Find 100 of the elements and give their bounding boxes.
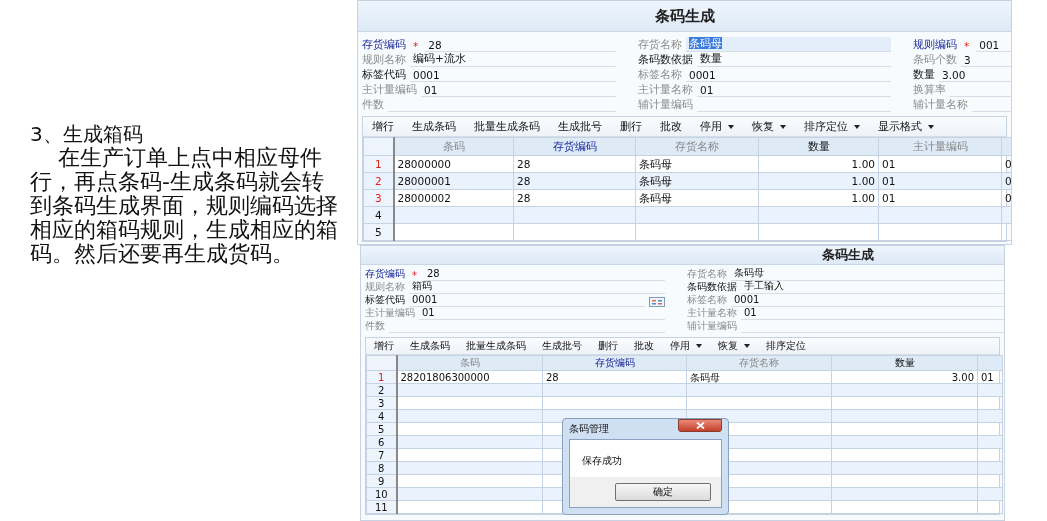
toolbar-button[interactable]: 排序定位: [795, 117, 869, 136]
table-cell: 条码母: [635, 189, 759, 207]
caret-icon: [854, 124, 860, 129]
toolbar-button[interactable]: 生成批号: [549, 117, 611, 136]
slide-heading: 3、生成箱码: [30, 122, 144, 146]
required-mark: *: [412, 40, 420, 52]
column-header: 主计量编码: [878, 137, 1002, 156]
window-title: 条码生成: [361, 246, 1004, 265]
input-field[interactable]: 0001: [686, 69, 891, 82]
input-field[interactable]: 条码母: [686, 37, 891, 52]
table-cell: 28201806300000: [396, 370, 543, 384]
field-label: 换算率: [913, 83, 946, 97]
toolbar-button[interactable]: 停用: [691, 117, 743, 136]
toolbar-button[interactable]: 批量生成条码: [465, 117, 549, 136]
table-cell: 01: [878, 155, 1002, 173]
input-field[interactable]: 数量: [697, 52, 891, 67]
field-label: 存货编码: [365, 267, 405, 281]
field-label: 规则名称: [362, 53, 406, 67]
slide-paragraph: 在生产订单上点中相应母件行，再点条码-生成条码就会转到条码生成界面，规则编码选择相应的箱码规则，生成相应的箱码。然后还要再生成货码。: [30, 146, 339, 266]
required-mark: *: [411, 270, 418, 281]
column-header: 条码: [393, 137, 514, 156]
input-field[interactable]: 箱码: [409, 279, 665, 294]
toolbar-button[interactable]: 批量生成条码: [458, 338, 534, 354]
toolbar-button[interactable]: 恢复: [710, 338, 758, 354]
table-cell: 条码母: [635, 155, 759, 173]
field-label: 标签代码: [365, 293, 405, 307]
caret-icon: [696, 344, 702, 348]
column-header: 存货名称: [635, 137, 759, 156]
close-button[interactable]: [678, 419, 722, 432]
field-label: 条码个数: [913, 53, 957, 67]
column-header: 存货编码: [542, 355, 687, 371]
toolbar-button[interactable]: 批改: [626, 338, 662, 354]
table-cell: 1.00: [758, 155, 879, 173]
input-field[interactable]: 编码+流水: [410, 52, 616, 67]
caret-icon: [780, 124, 786, 129]
table-cell: 28: [513, 155, 636, 173]
column-header: 数量: [831, 355, 978, 371]
toolbar-button[interactable]: 排序定位: [758, 338, 814, 354]
caret-icon: [744, 344, 750, 348]
input-field[interactable]: 01: [421, 84, 616, 97]
close-icon: [695, 422, 705, 429]
input-field[interactable]: 条码母: [731, 266, 1004, 281]
input-field[interactable]: 28: [425, 39, 616, 52]
table-cell: 28000002: [393, 189, 514, 207]
field-label: 条码数依据: [687, 280, 737, 294]
field-label: 辅计量名称: [913, 98, 968, 112]
field-label: 主计量编码: [365, 306, 415, 320]
toolbar-button[interactable]: 增行: [366, 338, 402, 354]
input-field[interactable]: 001: [976, 39, 1011, 52]
toolbar-button[interactable]: 生成条码: [402, 338, 458, 354]
column-header: 存货名称: [686, 355, 832, 371]
toolbar-button[interactable]: 删行: [590, 338, 626, 354]
required-mark: *: [963, 40, 971, 52]
list-icon[interactable]: [649, 297, 665, 307]
field-label: 件数: [362, 98, 384, 112]
table-cell: 01: [977, 370, 1003, 384]
toolbar-button[interactable]: 停用: [662, 338, 710, 354]
toolbar-button[interactable]: 生成条码: [403, 117, 465, 136]
field-label: 主计量名称: [687, 306, 737, 320]
field-label: 数量: [913, 68, 935, 82]
input-field[interactable]: 01: [741, 307, 1004, 320]
toolbar-button[interactable]: 批改: [651, 117, 691, 136]
field-label: 存货名称: [638, 38, 682, 52]
field-label: 件数: [365, 319, 385, 333]
toolbar-button[interactable]: 增行: [363, 117, 403, 136]
field-label: 辅计量编码: [687, 319, 737, 333]
column-header: 数量: [758, 137, 879, 156]
toolbar-button[interactable]: 恢复: [743, 117, 795, 136]
caret-icon: [728, 124, 734, 129]
toolbar-button[interactable]: 显示格式: [869, 117, 943, 136]
toolbar-button[interactable]: 生成批号: [534, 338, 590, 354]
column-header: 条码: [396, 355, 543, 371]
field-label: 标签名称: [638, 68, 682, 82]
input-field[interactable]: 01: [419, 307, 665, 320]
input-field[interactable]: 0001: [409, 294, 645, 307]
column-header: 存货编码: [513, 137, 636, 156]
table-cell: 3.00: [831, 370, 978, 384]
input-field[interactable]: 手工输入: [741, 279, 1004, 294]
table-cell: 28000000: [393, 155, 514, 173]
table-cell: 0: [1001, 172, 1011, 190]
input-field[interactable]: 3.00: [939, 69, 1011, 82]
input-field[interactable]: 3: [961, 54, 1011, 67]
field-label: 主计量编码: [362, 83, 417, 97]
caret-icon: [928, 124, 934, 129]
field-label: 规则编码: [913, 38, 957, 52]
field-label: 标签代码: [362, 68, 406, 82]
table-cell: 28: [542, 370, 687, 384]
input-field[interactable]: 0001: [410, 69, 616, 82]
input-field[interactable]: 01: [697, 84, 891, 97]
toolbar-button[interactable]: 删行: [611, 117, 651, 136]
field-label: 存货名称: [687, 267, 727, 281]
field-label: 辅计量编码: [638, 98, 693, 112]
field-label: 条码数依据: [638, 53, 693, 67]
table-cell: 28: [513, 189, 636, 207]
ok-button[interactable]: 确定: [615, 483, 711, 501]
field-label: 存货编码: [362, 38, 406, 52]
input-field[interactable]: 0001: [731, 294, 1004, 307]
field-label: 规则名称: [365, 280, 405, 294]
input-field[interactable]: 28: [424, 268, 665, 281]
window-title: 条码生成: [358, 1, 1011, 32]
